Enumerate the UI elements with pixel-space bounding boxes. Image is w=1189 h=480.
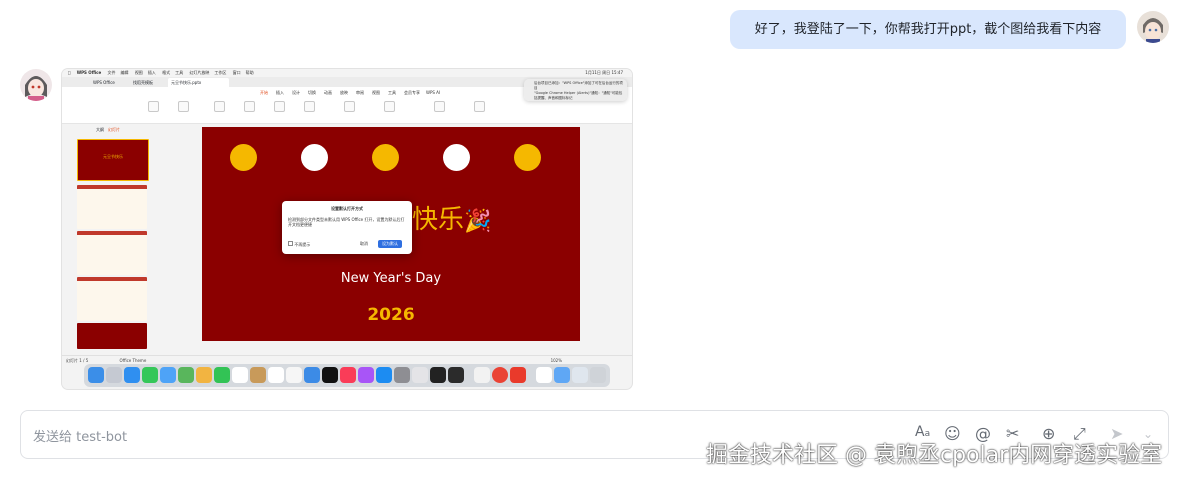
music-icon[interactable]: [340, 367, 356, 383]
ribbon-tab-home[interactable]: 开始: [260, 90, 268, 96]
sidebar-tab-outline[interactable]: 大纲: [96, 127, 104, 133]
notification-1: 后台项目已添加："WPS Office"添加了可在后台运行的项目: [534, 81, 623, 90]
terminal-icon[interactable]: [430, 367, 446, 383]
appletv-icon[interactable]: [322, 367, 338, 383]
decor-dot: [514, 144, 541, 171]
decor-dot: [372, 144, 399, 171]
user-message-bubble: 好了，我登陆了一下，你帮我打开ppt，截个图给我看下内容: [730, 10, 1126, 49]
mac-menubar:  WPS Office 文件编辑 视图插入 格式工具 幻灯片放映工作区 窗口帮…: [62, 69, 632, 77]
folder-icon[interactable]: [554, 367, 570, 383]
slide-year: 2026: [367, 305, 415, 325]
dialog-cancel-button[interactable]: 取消: [356, 240, 372, 248]
tab-template[interactable]: 找稻壳模板: [130, 78, 156, 87]
screenshot-image[interactable]:  WPS Office 文件编辑 视图插入 格式工具 幻灯片放映工作区 窗口帮…: [62, 69, 632, 389]
notification-stack[interactable]: 后台项目已添加："WPS Office"添加了可在后台运行的项目 "Google…: [524, 79, 627, 101]
launchpad-icon[interactable]: [106, 367, 122, 383]
podcasts-icon[interactable]: [358, 367, 374, 383]
wps-icon[interactable]: [510, 367, 526, 383]
slide-thumbnail-3[interactable]: [77, 231, 147, 275]
sidebar-tab-slides[interactable]: 幻灯片: [108, 127, 120, 133]
ribbon-tab-design[interactable]: 设计: [292, 90, 300, 96]
ribbon-tool[interactable]: [434, 101, 445, 112]
ribbon-tab-view[interactable]: 视图: [372, 90, 380, 96]
ribbon-tool[interactable]: [148, 101, 159, 112]
watermark-text: 掘金技术社区 @ 袁煦丞cpolar内网穿透实验室: [706, 443, 1163, 468]
textedit-icon[interactable]: [474, 367, 490, 383]
menubar-clock: 1月11日 周日 15:47: [585, 70, 623, 75]
safari-icon[interactable]: [124, 367, 140, 383]
ribbon-tab-member[interactable]: 会员专享: [404, 90, 420, 96]
ribbon-tab-tools[interactable]: 工具: [388, 90, 396, 96]
notification-2: "Google Chrome Helper (Alerts)"通知："通知"可能…: [534, 91, 623, 100]
ribbon-tool[interactable]: [384, 101, 395, 112]
ribbon-tool[interactable]: [244, 101, 255, 112]
document-icon[interactable]: [536, 367, 552, 383]
ribbon-tab-transition[interactable]: 切换: [308, 90, 316, 96]
dialog-title: 设置默认打开方式: [331, 206, 363, 211]
messages-icon[interactable]: [142, 367, 158, 383]
dialog-checkbox[interactable]: 不再提示: [288, 241, 310, 248]
ribbon-tool[interactable]: [178, 101, 189, 112]
dialog-confirm-button[interactable]: 设为默认: [378, 240, 402, 248]
tab-pptx[interactable]: 元旦节快乐.pptx: [168, 78, 229, 87]
mac-dock: [84, 364, 610, 387]
slide-subtitle: New Year's Day: [340, 271, 442, 286]
keynote-icon[interactable]: [304, 367, 320, 383]
freeform-icon[interactable]: [286, 367, 302, 383]
ribbon-tool[interactable]: [304, 101, 315, 112]
decor-dot: [301, 144, 328, 171]
settings-icon[interactable]: [394, 367, 410, 383]
ribbon-tab-review[interactable]: 审阅: [356, 90, 364, 96]
appstore-icon[interactable]: [376, 367, 392, 383]
slide-title: 快乐🎉: [412, 205, 492, 235]
slide-thumbnail-4[interactable]: [77, 277, 147, 321]
ribbon-tab-slideshow[interactable]: 放映: [340, 90, 348, 96]
slide-thumbnails-panel: 大纲 幻灯片 元旦节快乐: [70, 127, 149, 352]
ribbon-tab-animation[interactable]: 动画: [324, 90, 332, 96]
ribbon-tool[interactable]: [344, 101, 355, 112]
tab-wps-office[interactable]: WPS Office: [90, 78, 118, 87]
maps-icon[interactable]: [178, 367, 194, 383]
decor-dot: [230, 144, 257, 171]
ribbon-tool[interactable]: [214, 101, 225, 112]
message-input-placeholder: 发送给 test-bot: [33, 430, 128, 445]
chrome-icon[interactable]: [492, 367, 508, 383]
dialog-body: 检测到部分文件类型未默认用 WPS Office 打开，设置为默认后打开文档更便…: [288, 217, 405, 227]
downloads-icon[interactable]: [572, 367, 588, 383]
photos-icon[interactable]: [196, 367, 212, 383]
decor-dot: [443, 144, 470, 171]
slide-thumbnail-2[interactable]: [77, 185, 147, 229]
ribbon-tab-insert[interactable]: 插入: [276, 90, 284, 96]
ribbon-tool[interactable]: [474, 101, 485, 112]
calendar-icon[interactable]: [232, 367, 248, 383]
default-app-dialog: 设置默认打开方式 检测到部分文件类型未默认用 WPS Office 打开，设置为…: [282, 201, 412, 254]
finder-icon[interactable]: [88, 367, 104, 383]
slide-thumbnail-1[interactable]: 元旦节快乐: [77, 139, 149, 181]
notes-icon[interactable]: [250, 367, 266, 383]
mail-icon[interactable]: [160, 367, 176, 383]
user-avatar: [1137, 11, 1169, 43]
reminders-icon[interactable]: [268, 367, 284, 383]
bot-avatar: [20, 69, 52, 101]
ribbon-tool[interactable]: [274, 101, 285, 112]
slide-thumbnail-5[interactable]: [77, 323, 147, 349]
iphone-mirroring-icon[interactable]: [412, 367, 428, 383]
status-theme: Office Theme: [119, 358, 147, 363]
vscode-icon[interactable]: [448, 367, 464, 383]
ribbon-tab-wps-ai[interactable]: WPS AI: [426, 90, 440, 95]
status-slide-count: 幻灯片 1 / 5: [66, 358, 89, 363]
facetime-icon[interactable]: [214, 367, 230, 383]
trash-icon[interactable]: [590, 367, 606, 383]
